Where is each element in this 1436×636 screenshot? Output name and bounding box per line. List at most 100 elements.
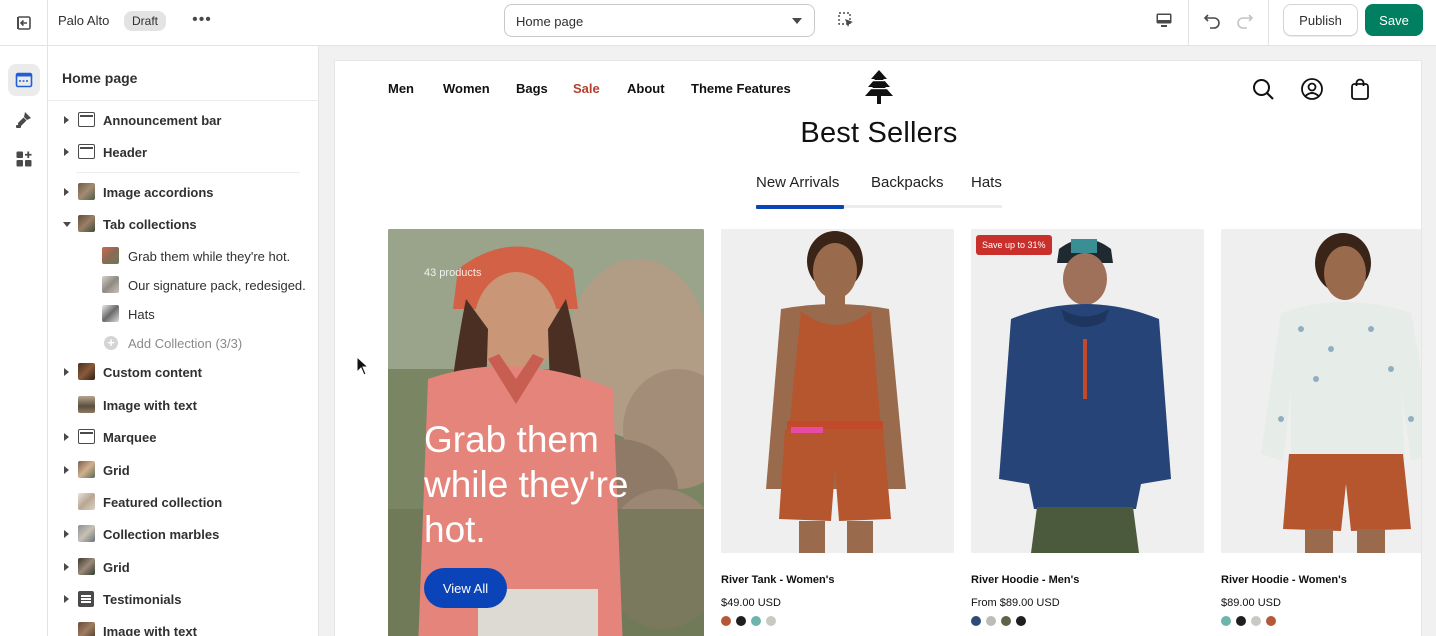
status-badge: Draft (124, 11, 167, 31)
sidebar-item-label: Header (103, 145, 148, 160)
nav-link-men[interactable]: Men (388, 81, 414, 96)
product-card[interactable]: Save up to 31% River Hoodie - Men's From… (971, 229, 1204, 626)
sidebar-subitem-collection[interactable]: Our signature pack, redesiged. (48, 273, 318, 297)
sidebar-item-featured-collection[interactable]: Featured collection (48, 490, 318, 514)
nav-link-women[interactable]: Women (443, 81, 490, 96)
sections-button[interactable] (8, 64, 40, 96)
caret-right-icon[interactable] (64, 368, 69, 376)
color-swatch[interactable] (1221, 616, 1231, 626)
sidebar-item-tab-collections[interactable]: Tab collections (48, 212, 318, 236)
nav-link-theme-features[interactable]: Theme Features (691, 81, 791, 96)
sidebar-subitem-collection[interactable]: Grab them while they're hot. (48, 244, 318, 268)
undo-button[interactable] (1200, 8, 1224, 32)
section-thumbnail (78, 396, 95, 413)
select-element-icon (838, 12, 853, 27)
caret-right-icon[interactable] (64, 530, 69, 538)
color-swatch[interactable] (751, 616, 761, 626)
color-swatch[interactable] (721, 616, 731, 626)
toolbar-divider (1188, 0, 1189, 45)
product-card[interactable]: River Tank - Women's $49.00 USD (721, 229, 954, 626)
color-swatch[interactable] (1001, 616, 1011, 626)
section-thumbnail (78, 215, 95, 232)
tab-hats[interactable]: Hats (971, 174, 1002, 191)
preview-canvas: Men Women Bags Sale About Theme Features… (319, 46, 1436, 636)
color-swatch[interactable] (1016, 616, 1026, 626)
publish-button[interactable]: Publish (1283, 4, 1358, 36)
color-swatch[interactable] (1236, 616, 1246, 626)
sidebar-item-grid[interactable]: Grid (48, 555, 318, 579)
sidebar-item-announcement-bar[interactable]: Announcement bar (48, 108, 318, 132)
page-select[interactable]: Home page (504, 4, 815, 37)
tab-backpacks[interactable]: Backpacks (871, 174, 944, 191)
product-title[interactable]: River Hoodie - Women's (1221, 574, 1347, 586)
text-block-icon (78, 591, 94, 607)
color-swatches (1221, 616, 1276, 626)
caret-right-icon[interactable] (64, 466, 69, 474)
product-card[interactable]: River Hoodie - Women's $89.00 USD (1221, 229, 1421, 626)
product-image[interactable]: Save up to 31% (971, 229, 1204, 553)
cart-icon[interactable] (1348, 77, 1372, 101)
add-collection-button[interactable]: + Add Collection (3/3) (48, 331, 318, 355)
color-swatch[interactable] (971, 616, 981, 626)
sidebar-item-image-with-text[interactable]: Image with text (48, 619, 318, 636)
sidebar-item-header[interactable]: Header (48, 140, 318, 164)
page-select-value: Home page (516, 14, 584, 29)
nav-link-about[interactable]: About (627, 81, 665, 96)
exit-icon (16, 15, 31, 30)
color-swatch[interactable] (986, 616, 996, 626)
redo-icon (1237, 14, 1254, 29)
caret-right-icon[interactable] (64, 116, 69, 124)
apps-button[interactable] (8, 143, 40, 175)
save-button[interactable]: Save (1365, 4, 1423, 36)
theme-settings-button[interactable] (8, 104, 40, 136)
caret-right-icon[interactable] (64, 563, 69, 571)
color-swatch[interactable] (766, 616, 776, 626)
tree-logo-icon[interactable] (863, 69, 895, 105)
sidebar-item-image-with-text[interactable]: Image with text (48, 393, 318, 417)
sidebar-item-image-accordions[interactable]: Image accordions (48, 180, 318, 204)
more-actions-button[interactable]: ••• (190, 8, 214, 32)
color-swatch[interactable] (1251, 616, 1261, 626)
toolbar-divider (1268, 0, 1269, 45)
select-element-button[interactable] (834, 8, 858, 32)
account-icon[interactable] (1300, 77, 1324, 101)
sidebar-subitem-collection[interactable]: Hats (48, 302, 318, 326)
caret-right-icon[interactable] (64, 148, 69, 156)
exit-button[interactable] (0, 0, 48, 45)
caret-right-icon[interactable] (64, 188, 69, 196)
sidebar-item-label: Tab collections (103, 217, 197, 232)
collection-hero-card[interactable]: 43 products Grab them while they're hot.… (388, 229, 704, 636)
caret-right-icon[interactable] (64, 433, 69, 441)
product-title[interactable]: River Hoodie - Men's (971, 574, 1079, 586)
product-image[interactable] (721, 229, 954, 553)
search-icon[interactable] (1251, 77, 1275, 101)
product-photo (721, 229, 954, 553)
product-title[interactable]: River Tank - Women's (721, 574, 834, 586)
sidebar-item-label: Announcement bar (103, 113, 222, 128)
tab-new-arrivals[interactable]: New Arrivals (756, 174, 839, 191)
nav-link-sale[interactable]: Sale (573, 81, 600, 96)
sidebar-item-marquee[interactable]: Marquee (48, 425, 318, 449)
sidebar-item-custom-content[interactable]: Custom content (48, 360, 318, 384)
color-swatches (721, 616, 776, 626)
divider (76, 172, 300, 173)
tab-active-indicator (756, 205, 844, 209)
color-swatch[interactable] (1266, 616, 1276, 626)
divider (48, 100, 318, 101)
plus-circle-icon: + (104, 336, 118, 350)
color-swatch[interactable] (736, 616, 746, 626)
product-image[interactable] (1221, 229, 1421, 553)
redo-button[interactable] (1233, 8, 1257, 32)
nav-link-bags[interactable]: Bags (516, 81, 548, 96)
sidebar-item-grid[interactable]: Grid (48, 458, 318, 482)
sidebar-item-testimonials[interactable]: Testimonials (48, 587, 318, 611)
sidebar-item-label: Image with text (103, 398, 197, 413)
desktop-preview-button[interactable] (1152, 8, 1176, 32)
caret-right-icon[interactable] (64, 595, 69, 603)
view-all-button[interactable]: View All (424, 568, 507, 608)
sidebar-item-collection-marbles[interactable]: Collection marbles (48, 522, 318, 546)
sidebar-item-label: Grid (103, 463, 130, 478)
caret-down-icon[interactable] (63, 222, 71, 227)
section-thumbnail (78, 558, 95, 575)
product-photo (1221, 229, 1421, 553)
